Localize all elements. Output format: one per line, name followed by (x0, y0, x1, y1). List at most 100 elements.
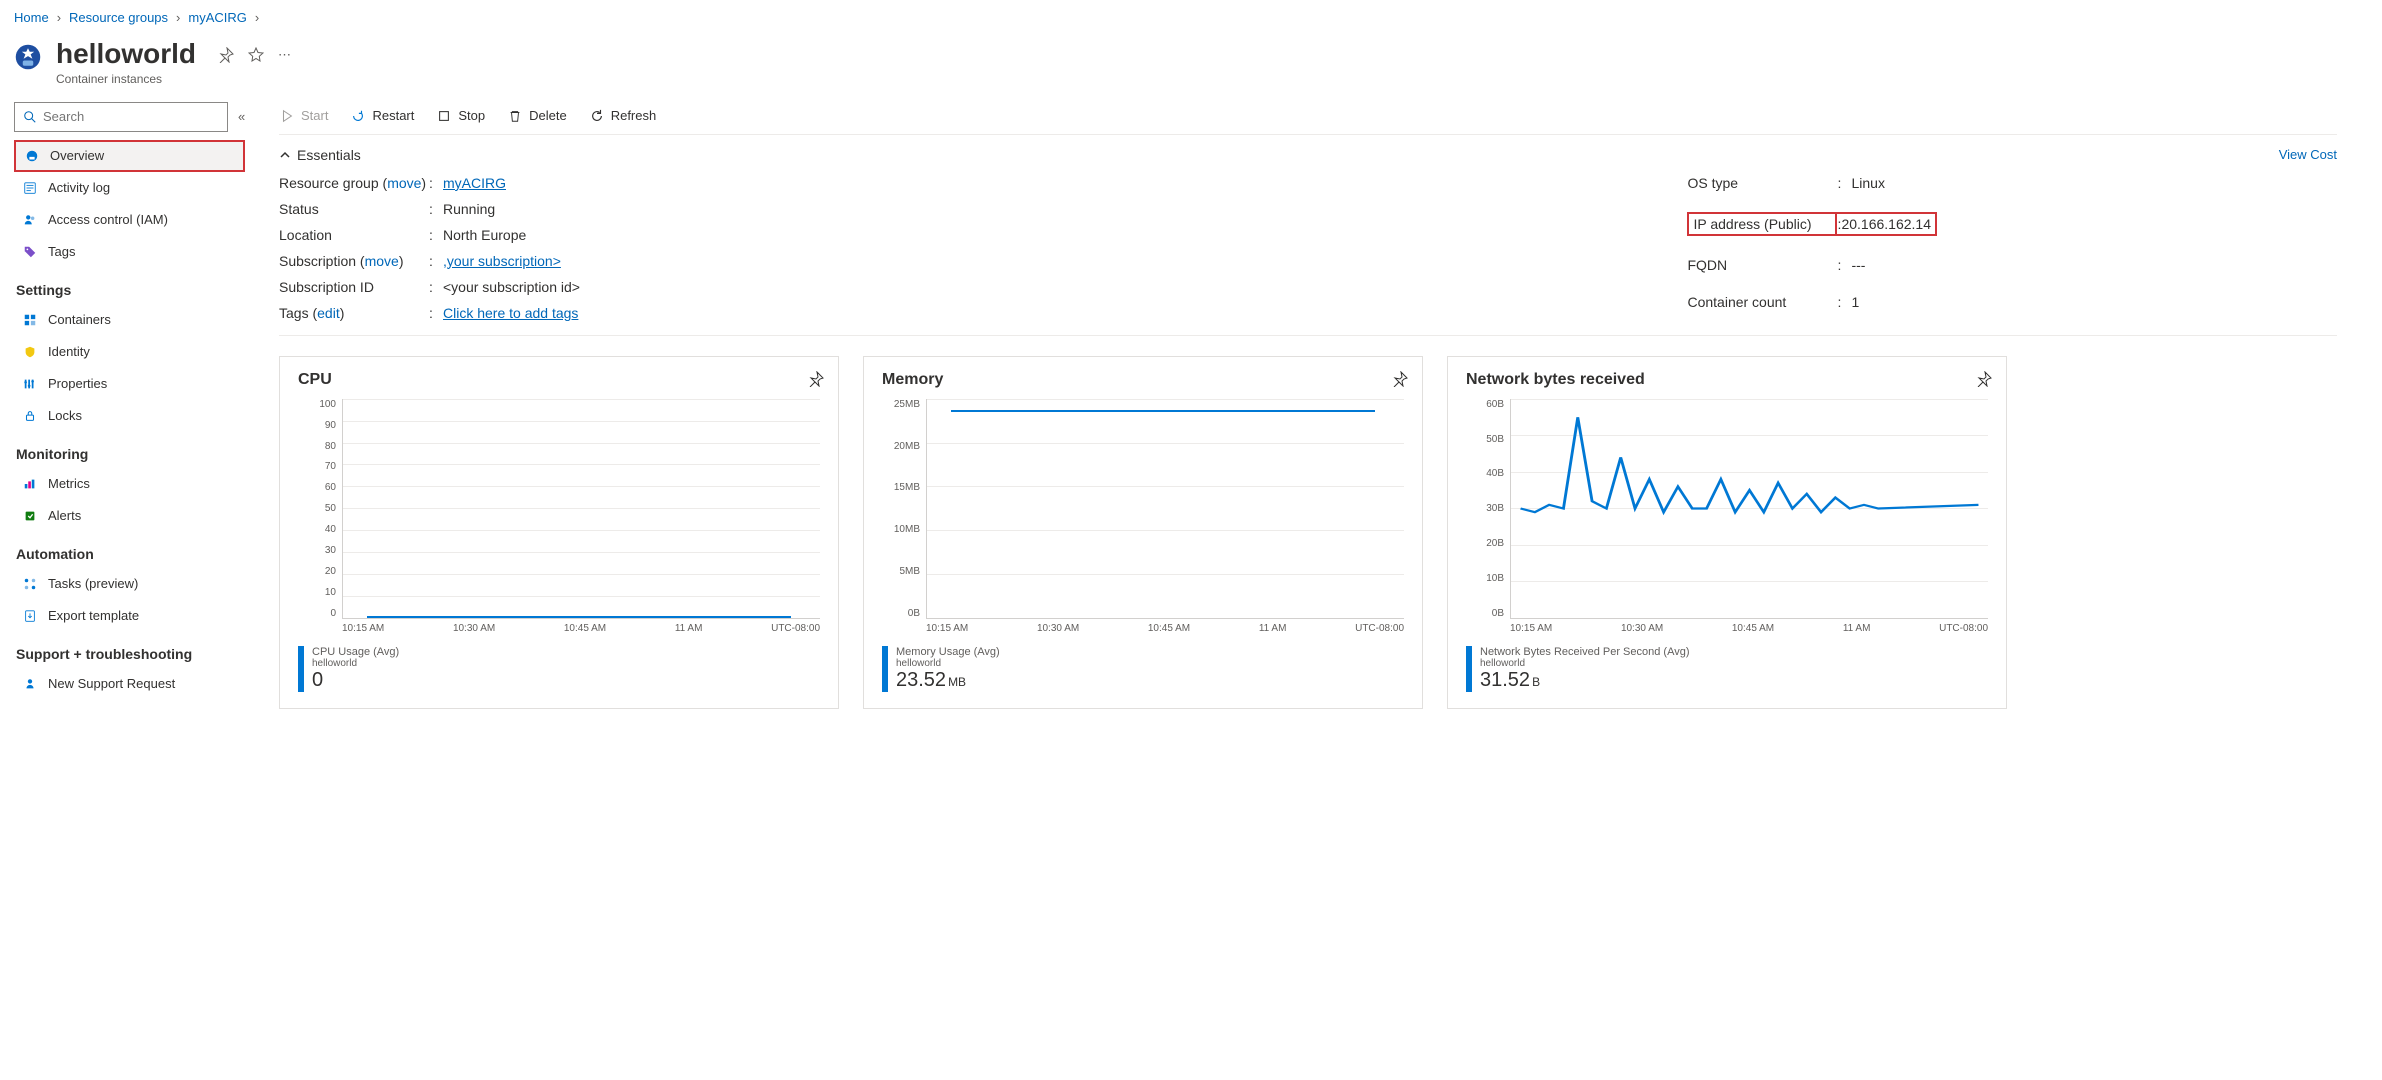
essentials-toggle[interactable]: Essentials View Cost (279, 135, 2337, 167)
locks-icon (22, 409, 38, 423)
x-axis: 10:15 AM10:30 AM10:45 AM11 AMUTC-08:00 (926, 623, 1404, 634)
essentials-right: OS type:Linux IP address (Public):20.166… (1687, 175, 1937, 321)
export-template-icon (22, 609, 38, 623)
crumb-home[interactable]: Home (14, 10, 49, 25)
toolbar: Start Restart Stop Delete Refresh (279, 102, 2337, 135)
y-axis: 1009080706050403020100 (298, 399, 342, 619)
stop-button[interactable]: Stop (436, 108, 485, 124)
subscription-link[interactable]: ,your subscription> (443, 253, 580, 269)
identity-icon (22, 345, 38, 359)
sub-move-link[interactable]: move (365, 253, 399, 269)
breadcrumb: Home › Resource groups › myACIRG › (0, 0, 2382, 35)
nav-label: Access control (IAM) (48, 212, 168, 227)
nav-overview[interactable]: Overview (14, 140, 245, 172)
alerts-icon (22, 509, 38, 523)
page-title: helloworld (56, 39, 196, 70)
tags-icon (22, 245, 38, 259)
restart-button[interactable]: Restart (350, 108, 414, 124)
chevron-right-icon: › (176, 10, 180, 25)
subscription-id-value: <your subscription id> (443, 279, 580, 295)
collapse-sidebar-icon[interactable]: « (238, 109, 245, 124)
nav-identity[interactable]: Identity (14, 336, 245, 368)
chevron-up-icon (279, 149, 291, 161)
metrics-icon (22, 477, 38, 491)
nav-section-automation: Automation (14, 532, 245, 568)
more-icon[interactable]: ⋯ (278, 47, 291, 63)
pin-icon[interactable] (1976, 371, 1992, 387)
stop-icon (436, 108, 452, 124)
memory-chart[interactable]: 25MB20MB15MB10MB5MB0B (882, 399, 1404, 619)
sidebar: « Overview Activity log Access control (… (0, 102, 255, 729)
nav-label: Export template (48, 608, 139, 623)
card-title: CPU (298, 371, 820, 389)
star-icon[interactable] (248, 47, 264, 63)
delete-icon (507, 108, 523, 124)
network-card: Network bytes received 60B50B40B30B20B10… (1447, 356, 2007, 709)
rg-move-link[interactable]: move (387, 175, 421, 191)
container-count-value: 1 (1851, 294, 1937, 310)
location-value: North Europe (443, 227, 580, 243)
essentials-left: Resource group (move):myACIRG Status:Run… (279, 175, 580, 321)
nav-label: Properties (48, 376, 107, 391)
nav-tags[interactable]: Tags (14, 236, 245, 268)
start-button[interactable]: Start (279, 108, 328, 124)
refresh-button[interactable]: Refresh (589, 108, 657, 124)
nav-iam[interactable]: Access control (IAM) (14, 204, 245, 236)
nav-containers[interactable]: Containers (14, 304, 245, 336)
nav-alerts[interactable]: Alerts (14, 500, 245, 532)
memory-card: Memory 25MB20MB15MB10MB5MB0B 10:15 AM10:… (863, 356, 1423, 709)
activity-log-icon (22, 181, 38, 195)
pin-icon[interactable] (808, 371, 824, 387)
network-chart[interactable]: 60B50B40B30B20B10B0B (1466, 399, 1988, 619)
nav-locks[interactable]: Locks (14, 400, 245, 432)
nav-export-template[interactable]: Export template (14, 600, 245, 632)
tags-edit-link[interactable]: edit (317, 305, 340, 321)
pin-icon[interactable] (218, 47, 234, 63)
series-line (1511, 399, 1988, 618)
x-axis: 10:15 AM10:30 AM10:45 AM11 AMUTC-08:00 (1510, 623, 1988, 634)
pin-icon[interactable] (1392, 371, 1408, 387)
series-line (367, 616, 792, 618)
nav-label: Locks (48, 408, 82, 423)
legend: Network Bytes Received Per Second (Avg) … (1466, 646, 1988, 692)
nav-label: Alerts (48, 508, 81, 523)
nav-properties[interactable]: Properties (14, 368, 245, 400)
search-icon (23, 110, 37, 124)
rg-link[interactable]: myACIRG (443, 175, 580, 191)
status-value: Running (443, 201, 580, 217)
fqdn-value: --- (1851, 257, 1937, 273)
search-input[interactable] (14, 102, 228, 132)
nav-section-monitoring: Monitoring (14, 432, 245, 468)
restart-icon (350, 108, 366, 124)
essentials: Resource group (move):myACIRG Status:Run… (279, 167, 2337, 336)
nav-tasks[interactable]: Tasks (preview) (14, 568, 245, 600)
nav-label: Tasks (preview) (48, 576, 138, 591)
nav-label: Tags (48, 244, 75, 259)
overview-icon (24, 149, 40, 163)
properties-icon (22, 377, 38, 391)
view-cost-link[interactable]: View Cost (2279, 147, 2337, 162)
containers-icon (22, 313, 38, 327)
tasks-icon (22, 577, 38, 591)
crumb-resource-groups[interactable]: Resource groups (69, 10, 168, 25)
x-axis: 10:15 AM10:30 AM10:45 AM11 AMUTC-08:00 (342, 623, 820, 634)
nav-section-support: Support + troubleshooting (14, 632, 245, 668)
nav-label: Overview (50, 148, 104, 163)
nav-section-settings: Settings (14, 268, 245, 304)
card-title: Network bytes received (1466, 371, 1988, 389)
card-title: Memory (882, 371, 1404, 389)
cpu-chart[interactable]: 1009080706050403020100 (298, 399, 820, 619)
nav-label: Identity (48, 344, 90, 359)
nav-new-support[interactable]: New Support Request (14, 668, 245, 700)
delete-button[interactable]: Delete (507, 108, 567, 124)
y-axis: 25MB20MB15MB10MB5MB0B (882, 399, 926, 619)
ip-address-value: 20.166.162.14 (1835, 212, 1937, 236)
chart-cards: CPU 1009080706050403020100 10:15 AM10:30… (279, 356, 2337, 709)
legend: CPU Usage (Avg) helloworld 0 (298, 646, 820, 692)
crumb-group[interactable]: myACIRG (188, 10, 247, 25)
play-icon (279, 108, 295, 124)
chevron-right-icon: › (255, 10, 259, 25)
nav-activity-log[interactable]: Activity log (14, 172, 245, 204)
add-tags-link[interactable]: Click here to add tags (443, 305, 580, 321)
nav-metrics[interactable]: Metrics (14, 468, 245, 500)
